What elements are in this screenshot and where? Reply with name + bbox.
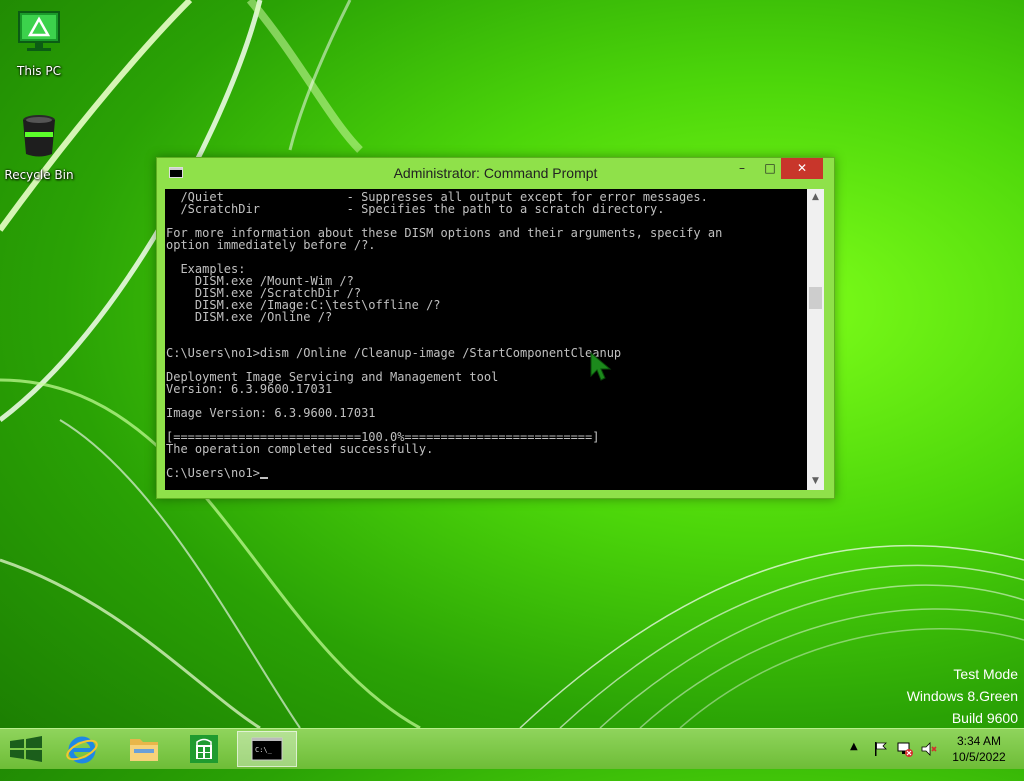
maximize-button[interactable]: □ <box>757 158 783 179</box>
svg-text:C:\_: C:\_ <box>255 746 273 754</box>
start-button[interactable] <box>0 731 52 767</box>
desktop-icon-label: This PC <box>17 64 61 78</box>
watermark-line: Windows 8.Green <box>906 688 1018 704</box>
vertical-scrollbar[interactable]: ▲ ▼ <box>807 189 824 490</box>
taskbar-internet-explorer[interactable] <box>56 731 108 767</box>
show-hidden-icons-button[interactable]: ▲ <box>850 741 858 781</box>
taskbar-file-explorer[interactable] <box>118 731 170 767</box>
taskbar-command-prompt[interactable]: C:\_ <box>237 731 297 767</box>
taskbar: C:\_ ▲ 3:34 AM 10/5/2022 <box>0 728 1024 769</box>
cmd-icon: C:\_ <box>251 737 283 761</box>
command-prompt-window[interactable]: Administrator: Command Prompt – □ ✕ /Qui… <box>156 157 835 499</box>
desktop-icon-this-pc[interactable]: This PC <box>0 8 79 78</box>
mouse-pointer-icon <box>590 352 612 381</box>
watermark-line: Build 9600 <box>951 710 1018 726</box>
windows-logo-icon <box>10 736 42 762</box>
scrollbar-thumb[interactable] <box>809 287 822 309</box>
flag-icon[interactable] <box>872 740 890 758</box>
clock-time: 3:34 AM <box>956 734 1002 748</box>
scroll-down-button[interactable]: ▼ <box>807 473 824 490</box>
watermark-line: Test Mode <box>953 666 1018 682</box>
scroll-up-button[interactable]: ▲ <box>807 189 824 206</box>
desktop-icon-label: Recycle Bin <box>4 168 74 182</box>
text-cursor <box>259 477 268 479</box>
store-icon <box>190 735 218 763</box>
taskbar-store[interactable] <box>178 731 230 767</box>
network-icon[interactable] <box>896 740 914 758</box>
window-titlebar[interactable]: Administrator: Command Prompt – □ ✕ <box>157 158 834 188</box>
minimize-button[interactable]: – <box>729 158 755 179</box>
desktop-icon-recycle-bin[interactable]: Recycle Bin <box>0 112 79 182</box>
console-output[interactable]: /Quiet - Suppresses all output except fo… <box>165 189 807 490</box>
console-text: /Quiet - Suppresses all output except fo… <box>166 190 723 480</box>
system-clock[interactable]: 3:34 AM 10/5/2022 <box>940 733 1018 765</box>
clock-date: 10/5/2022 <box>952 750 1006 764</box>
this-pc-icon <box>18 11 60 51</box>
recycle-bin-icon <box>23 115 55 157</box>
ie-icon <box>66 736 98 764</box>
test-mode-watermark: Test Mode Windows 8.Green Build 9600 <box>907 663 1018 729</box>
volume-muted-icon[interactable] <box>920 740 938 758</box>
close-button[interactable]: ✕ <box>781 158 823 179</box>
folder-icon <box>130 739 158 761</box>
